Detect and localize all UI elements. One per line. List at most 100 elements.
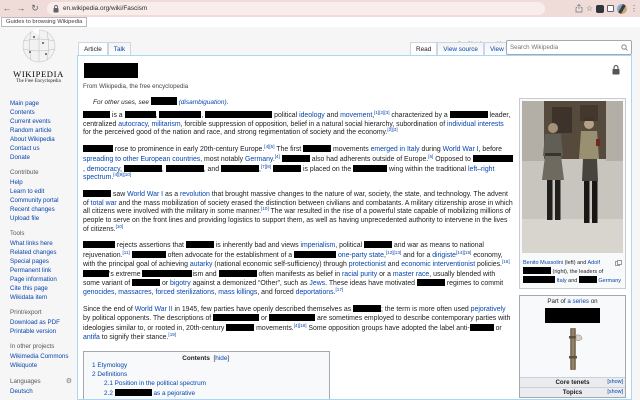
enlarge-icon[interactable]	[615, 260, 622, 266]
reference-link[interactable]: [4][5]	[264, 144, 274, 149]
toc-link[interactable]: 1 Etymology	[92, 362, 127, 369]
wiki-link[interactable]: racial purity	[342, 271, 377, 278]
wiki-link[interactable]: protectionist	[349, 261, 386, 268]
back-icon[interactable]: ←	[0, 0, 14, 17]
reference-link[interactable]: [12][13]	[386, 250, 401, 255]
toc-link[interactable]: 2 Definitions	[92, 371, 127, 378]
reference-link[interactable]: [10]	[261, 206, 269, 212]
reference-link[interactable]: [16]	[502, 259, 510, 264]
show-link[interactable]: [show]	[607, 388, 623, 397]
sidebar-item-wikidata-item[interactable]: Wikidata item	[10, 293, 76, 302]
sidebar-item-cite-this-page[interactable]: Cite this page	[10, 284, 76, 293]
wiki-link[interactable]: genocides	[83, 289, 114, 296]
wiki-link[interactable]: ideology	[299, 112, 325, 119]
toc-link[interactable]: 2.2 as a pejorative	[104, 388, 195, 397]
wiki-link[interactable]: Germany	[598, 278, 621, 284]
sidebar-item-contact-us[interactable]: Contact us	[10, 144, 76, 153]
menu-icon[interactable]: ⋮	[630, 0, 638, 17]
profile-avatar[interactable]	[617, 3, 627, 14]
sidebar-item-recent-changes[interactable]: Recent changes	[10, 205, 76, 214]
reference-link[interactable]: [6]	[428, 154, 433, 159]
reference-link[interactable]: [1][2][3]	[374, 110, 389, 115]
search-input[interactable]	[510, 44, 621, 51]
wiki-link[interactable]: Jews	[309, 280, 325, 287]
sidebar-item-permanent-link[interactable]: Permanent link	[10, 266, 76, 275]
sidebar-item-donate[interactable]: Donate	[10, 153, 76, 162]
wiki-link[interactable]: imperialism	[300, 242, 335, 249]
sidebar-item-related-changes[interactable]: Related changes	[10, 248, 76, 257]
sidebar-item-upload-file[interactable]: Upload file	[10, 214, 76, 223]
reference-link[interactable]: [11]	[122, 250, 129, 255]
extension-icon[interactable]	[596, 4, 604, 13]
sidebar-item-download-as-pdf[interactable]: Download as PDF	[10, 318, 76, 327]
sidebar-item-wikiquote[interactable]: Wikiquote	[10, 361, 76, 370]
search-box[interactable]	[506, 40, 632, 55]
reference-link[interactable]: [4][9][10]	[113, 172, 131, 177]
wiki-link[interactable]: forced sterilizations	[155, 289, 214, 296]
sidebar-item-wikimedia-commons[interactable]: Wikimedia Commons	[10, 352, 76, 361]
wiki-link[interactable]: total war	[91, 200, 117, 207]
tab-article[interactable]: Article	[78, 42, 108, 55]
wiki-link[interactable]: economic interventionist	[401, 261, 475, 268]
wiki-link[interactable]: revolution	[180, 191, 210, 198]
wiki-link[interactable]: autocracy	[118, 121, 147, 128]
lead-image-thumb[interactable]: Benito Mussolini (left) and Adolf (right…	[519, 98, 626, 289]
address-bar[interactable]: en.wikipedia.org/wiki/Fascism	[47, 2, 545, 15]
extension-square-icon[interactable]	[607, 5, 614, 12]
wiki-link[interactable]: movement	[340, 112, 372, 119]
reference-link[interactable]: [4]	[275, 154, 280, 159]
series-link[interactable]: a series	[567, 298, 589, 305]
sidebar-item-main-page[interactable]: Main page	[10, 99, 76, 108]
wiki-link[interactable]: pejoratively	[471, 306, 506, 313]
reference-link[interactable]: [19]	[168, 332, 176, 337]
reference-link[interactable]: [4][18]	[294, 323, 307, 328]
toc-hide-link[interactable]: hide	[215, 355, 227, 362]
wiki-link[interactable]: Italy	[557, 278, 567, 284]
wiki-link[interactable]: mass killings	[218, 289, 257, 296]
wiki-link[interactable]: deportations	[296, 289, 334, 296]
reference-link[interactable]: [14][15]	[456, 250, 471, 255]
wikipedia-logo[interactable]: WIKIPEDIA The Free Encyclopedia	[0, 27, 77, 84]
reload-icon[interactable]: ↻	[28, 0, 42, 17]
gear-icon[interactable]: ⚙	[66, 377, 72, 385]
sidebar-item-what-links-here[interactable]: What links here	[10, 239, 76, 248]
sidebar-item-random-article[interactable]: Random article	[10, 126, 76, 135]
sidebar-item-page-information[interactable]: Page information	[10, 275, 76, 284]
sidebar-item-contents[interactable]: Contents	[10, 108, 76, 117]
wiki-link[interactable]: bigotry	[170, 280, 191, 287]
wiki-link[interactable]: Adolf	[588, 260, 601, 266]
tab-talk[interactable]: Talk	[107, 42, 132, 55]
tab-read[interactable]: Read	[410, 42, 438, 55]
wiki-link[interactable]: Germany	[245, 156, 273, 163]
wiki-link[interactable]: dirigiste	[432, 252, 456, 259]
wiki-link[interactable]: master race	[393, 271, 429, 278]
wiki-link[interactable]: individual interests	[447, 121, 504, 128]
wiki-link[interactable]: one-party state	[338, 252, 384, 259]
tab-view-source[interactable]: View source	[437, 42, 484, 55]
wiki-link[interactable]: autarky	[190, 261, 213, 268]
sidebar-item-help[interactable]: Help	[10, 178, 76, 187]
wiki-link[interactable]: World War II	[135, 306, 173, 313]
sidebar-item-printable-version[interactable]: Printable version	[10, 327, 76, 336]
sidebar-item-community-portal[interactable]: Community portal	[10, 196, 76, 205]
toc-link[interactable]: 2.1 Position in the political spectrum	[104, 380, 206, 387]
tab-link[interactable]: View source	[443, 46, 478, 53]
show-link[interactable]: [show]	[607, 378, 623, 387]
wiki-link[interactable]: antifa	[83, 334, 100, 341]
sidebar-item-special-pages[interactable]: Special pages	[10, 257, 76, 266]
wiki-link[interactable]: militarism	[151, 121, 180, 128]
sidebar-item-deutsch[interactable]: Deutsch	[10, 387, 76, 396]
reference-link[interactable]: [17]	[336, 287, 344, 292]
reference-link[interactable]: [7][8]	[261, 164, 271, 169]
wiki-link[interactable]: (disambiguation)	[179, 99, 227, 106]
wiki-link[interactable]: World War I	[443, 146, 479, 153]
wiki-link[interactable]: massacres	[118, 289, 151, 296]
sidebar-item-current-events[interactable]: Current events	[10, 117, 76, 126]
reference-link[interactable]: [2][3]	[387, 127, 397, 133]
reference-link[interactable]: [10]	[116, 224, 124, 229]
wiki-link[interactable]: Benito Mussolini	[523, 260, 563, 266]
wiki-link[interactable]: emerged in Italy	[371, 146, 420, 153]
wiki-link[interactable]: World War I	[127, 191, 163, 198]
wiki-link[interactable]: spreading to other European countries	[83, 156, 200, 163]
bookmark-star-icon[interactable]: ☆	[586, 0, 593, 17]
